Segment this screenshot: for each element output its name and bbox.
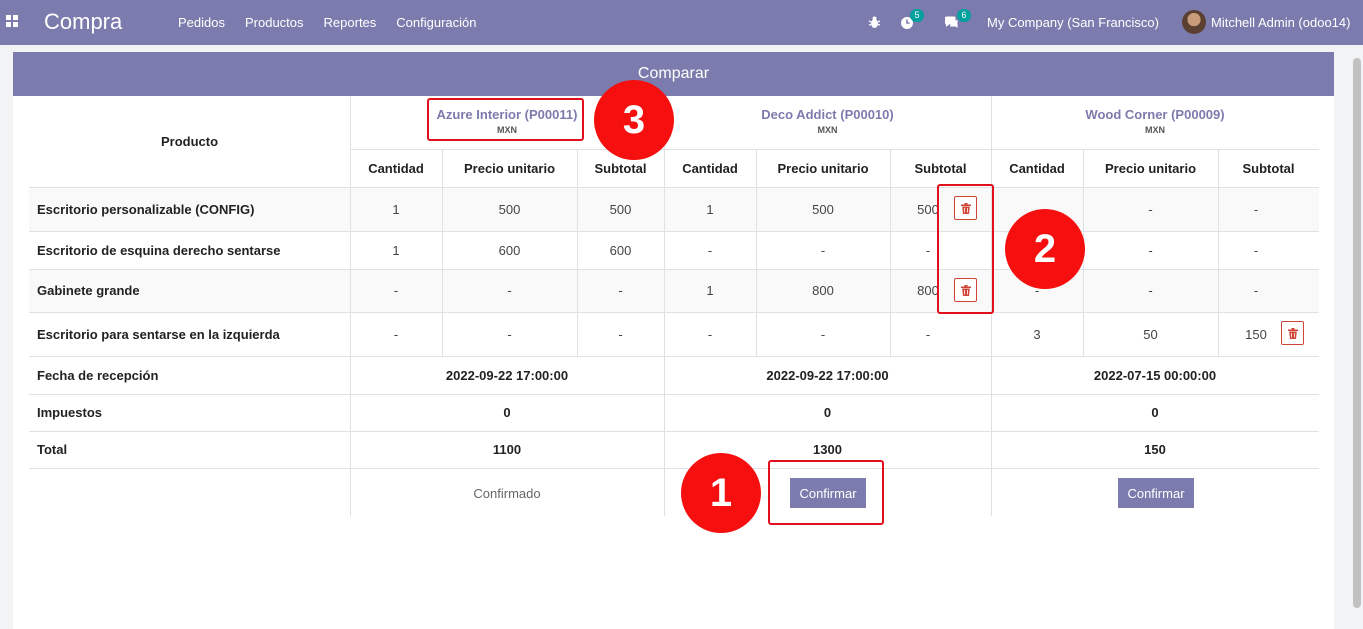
vendor-currency: MXN [1145,125,1165,135]
confirm-button[interactable]: Confirmar [1118,478,1194,508]
vendor-header: Wood Corner (P00009) MXN [991,107,1319,135]
table-cell: - [393,283,399,298]
messaging-chat-icon[interactable]: 6 [944,0,971,45]
main-menu: Pedidos Productos Reportes Configuración [168,15,487,30]
table-cell: 500 [812,201,834,217]
apps-menu-icon[interactable] [6,15,19,28]
summary-value: 1100 [492,442,522,457]
column-header-subtotal: Subtotal [914,160,967,176]
top-navbar: Compra Pedidos Productos Reportes Config… [0,0,1363,45]
table-cell: 3 [1033,326,1041,342]
annotation-box [427,98,584,141]
table-cell: - [618,326,623,342]
summary-label: Impuestos [37,405,103,420]
vendor-link[interactable]: Deco Addict (P00010) [664,107,991,122]
column-header-cantidad: Cantidad [682,160,738,176]
compare-title: Comparar [637,65,710,82]
annotation-box [937,184,994,314]
column-header-subtotal: Subtotal [1242,160,1295,176]
menu-productos[interactable]: Productos [235,15,314,30]
product-name: Escritorio de esquina derecho sentarse [37,242,281,258]
table-cell: - [1253,283,1259,298]
table-cell: 1 [392,242,400,258]
summary-value: 0 [1151,405,1159,420]
menu-pedidos[interactable]: Pedidos [168,15,235,30]
column-header-precio: Precio unitario [463,160,556,176]
summary-label: Total [37,442,68,457]
activity-count-badge: 5 [910,8,924,22]
summary-value: 2022-09-22 17:00:00 [445,367,569,383]
table-cell: - [707,242,713,258]
debug-bug-icon[interactable] [868,0,881,45]
annotation-marker: 1 [681,453,761,533]
table-cell: - [1148,242,1153,258]
summary-value: 2022-09-22 17:00:00 [766,367,889,383]
column-header-cantidad: Cantidad [368,160,424,176]
column-header-precio: Precio unitario [1104,160,1197,176]
table-cell: 600 [498,242,521,258]
table-cell: - [1253,242,1259,258]
vendor-link[interactable]: Wood Corner (P00009) [991,107,1319,122]
summary-value: 150 [1144,442,1166,457]
table-cell: 50 [1143,326,1158,342]
compare-sheet: Comparar Producto Azure Interior (P00011… [13,52,1334,629]
table-cell: - [820,242,826,258]
vendor-header: Deco Addict (P00010) MXN [664,107,991,135]
company-switcher[interactable]: My Company (San Francisco) [987,15,1159,30]
summary-value: 2022-07-15 00:00:00 [1093,367,1217,383]
app-title: Compra [44,9,123,34]
user-avatar[interactable] [1182,10,1206,34]
table-cell: - [1148,201,1153,217]
summary-value: 0 [503,405,511,420]
table-cell: - [820,326,826,342]
vendor-currency: MXN [817,125,838,135]
table-cell: 1 [706,201,714,217]
product-name: Escritorio personalizable (CONFIG) [37,201,255,217]
table-cell: 600 [609,242,632,258]
table-cell: - [1148,283,1153,298]
product-name: Escritorio para sentarse en la izquierda [37,326,280,342]
annotation-marker: 3 [594,80,674,160]
table-cell: 500 [498,201,521,217]
table-cell: - [925,326,931,342]
table-cell: - [707,326,713,342]
grid-line [29,468,1319,469]
product-column-header: Producto [160,134,219,149]
annotation-box [768,460,884,525]
activity-clock-icon[interactable]: 5 [900,0,924,45]
user-menu[interactable]: Mitchell Admin (odoo14) [1211,15,1350,30]
menu-reportes[interactable]: Reportes [314,15,387,30]
confirmed-status: Confirmado [473,485,541,501]
menu-configuracion[interactable]: Configuración [386,15,486,30]
product-name: Gabinete grande [37,283,140,298]
table-cell: 1 [392,201,400,217]
message-count-badge: 6 [957,8,971,22]
table-cell: - [618,283,623,298]
table-cell: 800 [812,283,834,298]
column-header-precio: Precio unitario [777,160,869,176]
summary-label: Fecha de recepción [37,367,159,383]
summary-value: 0 [823,405,832,420]
table-cell: 1 [706,283,714,298]
column-header-cantidad: Cantidad [1009,160,1065,176]
page-scrollbar[interactable] [1353,58,1361,608]
table-cell: - [507,283,512,298]
delete-line-button[interactable] [1281,321,1304,345]
table-cell: - [507,326,512,342]
table-cell: 500 [609,201,632,217]
annotation-marker: 2 [1005,209,1085,289]
trash-icon [1288,328,1298,339]
table-cell: - [393,326,399,342]
table-cell: - [1253,201,1259,217]
